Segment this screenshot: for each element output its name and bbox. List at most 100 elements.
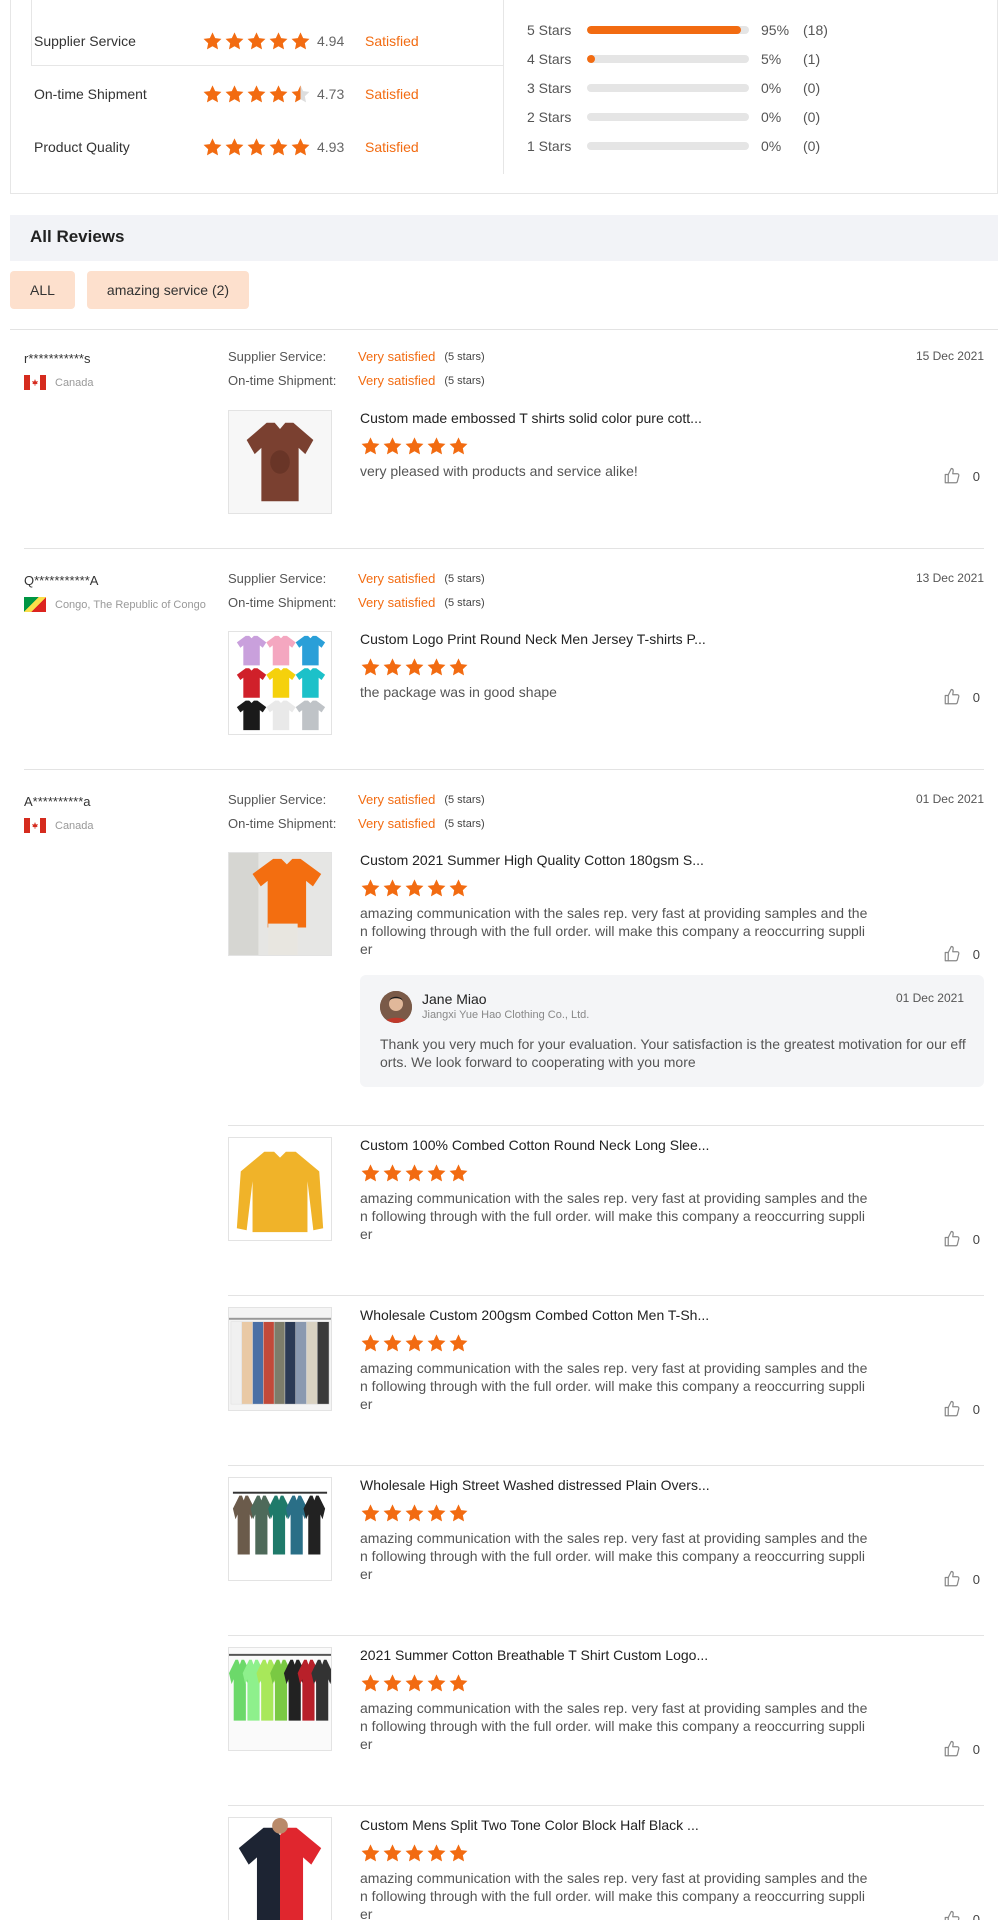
criteria-label: Supplier Service bbox=[34, 33, 136, 49]
star-icon bbox=[448, 1503, 469, 1523]
star-icon bbox=[382, 1503, 403, 1523]
list-divider bbox=[10, 329, 998, 330]
like-count: 0 bbox=[972, 468, 980, 484]
product-title-link[interactable]: Custom Logo Print Round Neck Men Jersey … bbox=[360, 631, 706, 647]
distribution-count: (0) bbox=[803, 80, 821, 96]
star-icon bbox=[382, 1673, 403, 1693]
product-title-link[interactable]: Wholesale Custom 200gsm Combed Cotton Me… bbox=[360, 1307, 709, 1323]
star-icon bbox=[360, 1673, 381, 1693]
star-icon bbox=[426, 1843, 447, 1863]
product-title-link[interactable]: Custom 100% Combed Cotton Round Neck Lon… bbox=[360, 1137, 709, 1153]
country-name: Canada bbox=[55, 819, 94, 832]
product-image[interactable] bbox=[228, 852, 332, 956]
supplier-service-rating: Supplier Service: Very satisfied (5 stars) bbox=[228, 571, 485, 586]
supplier-service-rating: Supplier Service: Very satisfied (5 stars) bbox=[228, 792, 485, 807]
star-icon bbox=[360, 1333, 381, 1353]
star-icon bbox=[382, 1163, 403, 1183]
reviewer-name: A**********a bbox=[24, 794, 91, 809]
product-title-link[interactable]: Custom Mens Split Two Tone Color Block H… bbox=[360, 1817, 699, 1833]
review-date: 15 Dec 2021 bbox=[915, 349, 984, 363]
star-icon bbox=[404, 436, 425, 456]
star-icon bbox=[404, 1843, 425, 1863]
star-icon bbox=[426, 436, 447, 456]
star-icon bbox=[202, 137, 223, 157]
star-icon bbox=[246, 31, 267, 51]
distribution-count: (0) bbox=[803, 109, 821, 125]
product-image[interactable] bbox=[228, 1307, 332, 1411]
star-icon bbox=[404, 878, 425, 898]
review-comment: amazing communication with the sales rep… bbox=[360, 905, 868, 957]
star-icon bbox=[360, 436, 381, 456]
like-count: 0 bbox=[972, 689, 980, 705]
star-icon bbox=[268, 137, 289, 157]
star-icon bbox=[426, 878, 447, 898]
criteria-row-on-time-shipment: On-time Shipment 4.73 Satisfied bbox=[34, 81, 419, 107]
review-date: 13 Dec 2021 bbox=[915, 571, 984, 585]
like-button[interactable]: 0 bbox=[943, 1230, 980, 1248]
like-button[interactable]: 0 bbox=[943, 467, 980, 485]
reviewer-country: Canada bbox=[24, 818, 94, 833]
country-name: Congo, The Republic of Congo bbox=[55, 598, 206, 611]
product-image[interactable] bbox=[228, 1137, 332, 1241]
star-icon bbox=[224, 137, 245, 157]
service-label: Supplier Service: bbox=[228, 792, 327, 807]
product-title-link[interactable]: Custom made embossed T shirts solid colo… bbox=[360, 410, 702, 426]
product-title-link[interactable]: 2021 Summer Cotton Breathable T Shirt Cu… bbox=[360, 1647, 708, 1663]
product-title-link[interactable]: Wholesale High Street Washed distressed … bbox=[360, 1477, 710, 1493]
reviewer-country: Congo, The Republic of Congo bbox=[24, 597, 206, 612]
service-label: On-time Shipment: bbox=[228, 816, 337, 831]
star-icon bbox=[382, 436, 403, 456]
star-icon bbox=[426, 1163, 447, 1183]
product-image[interactable] bbox=[228, 631, 332, 735]
review-comment: the package was in good shape bbox=[360, 684, 557, 700]
review-comment: very pleased with products and service a… bbox=[360, 463, 638, 479]
like-button[interactable]: 0 bbox=[943, 1570, 980, 1588]
product-image[interactable] bbox=[228, 410, 332, 514]
review-comment: amazing communication with the sales rep… bbox=[360, 1700, 868, 1752]
distribution-percent: 0% bbox=[761, 109, 782, 125]
review-comment: amazing communication with the sales rep… bbox=[360, 1530, 868, 1582]
shipment-rating: On-time Shipment: Very satisfied (5 stars) bbox=[228, 373, 485, 388]
star-icon bbox=[360, 1163, 381, 1183]
review-divider bbox=[24, 548, 984, 549]
product-image[interactable] bbox=[228, 1817, 332, 1920]
distribution-count: (0) bbox=[803, 138, 821, 154]
product-divider bbox=[228, 1125, 984, 1126]
country-flag-icon bbox=[24, 818, 46, 833]
service-stars-text: (5 stars) bbox=[444, 572, 485, 585]
star-icon bbox=[360, 657, 381, 677]
supplier-service-rating: Supplier Service: Very satisfied (5 stars) bbox=[228, 349, 485, 364]
product-title-link[interactable]: Custom 2021 Summer High Quality Cotton 1… bbox=[360, 852, 704, 868]
star-icon bbox=[224, 31, 245, 51]
country-name: Canada bbox=[55, 376, 94, 389]
service-value: Very satisfied bbox=[358, 349, 436, 364]
product-image[interactable] bbox=[228, 1647, 332, 1751]
like-button[interactable]: 0 bbox=[943, 945, 980, 963]
criteria-label: On-time Shipment bbox=[34, 86, 147, 102]
distribution-bar-fill bbox=[587, 55, 596, 63]
all-reviews-title: All Reviews bbox=[30, 227, 125, 246]
like-button[interactable]: 0 bbox=[943, 1400, 980, 1418]
thumbs-up-icon bbox=[943, 1230, 973, 1248]
filter-all-button[interactable]: ALL bbox=[10, 271, 75, 309]
star-icon bbox=[268, 31, 289, 51]
star-icon bbox=[360, 1843, 381, 1863]
like-button[interactable]: 0 bbox=[943, 1740, 980, 1758]
star-icon bbox=[290, 84, 311, 104]
star-icon bbox=[448, 1163, 469, 1183]
distribution-label: 2 Stars bbox=[527, 109, 572, 125]
distribution-bar-fill bbox=[587, 26, 741, 34]
like-button[interactable]: 0 bbox=[943, 1910, 980, 1920]
filter-amazing-service-button[interactable]: amazing service (2) bbox=[87, 271, 249, 309]
product-image[interactable] bbox=[228, 1477, 332, 1581]
service-value: Very satisfied bbox=[358, 373, 436, 388]
star-icon bbox=[290, 137, 311, 157]
distribution-row: 5 Stars 95% (18) bbox=[527, 20, 828, 40]
distribution-row: 2 Stars 0% (0) bbox=[527, 107, 820, 127]
like-button[interactable]: 0 bbox=[943, 688, 980, 706]
criteria-row-supplier-service: Supplier Service 4.94 Satisfied bbox=[34, 28, 419, 54]
service-value: Very satisfied bbox=[358, 816, 436, 831]
star-icon bbox=[382, 1843, 403, 1863]
reply-author-name: Jane Miao bbox=[422, 991, 487, 1007]
service-label: Supplier Service: bbox=[228, 571, 327, 586]
